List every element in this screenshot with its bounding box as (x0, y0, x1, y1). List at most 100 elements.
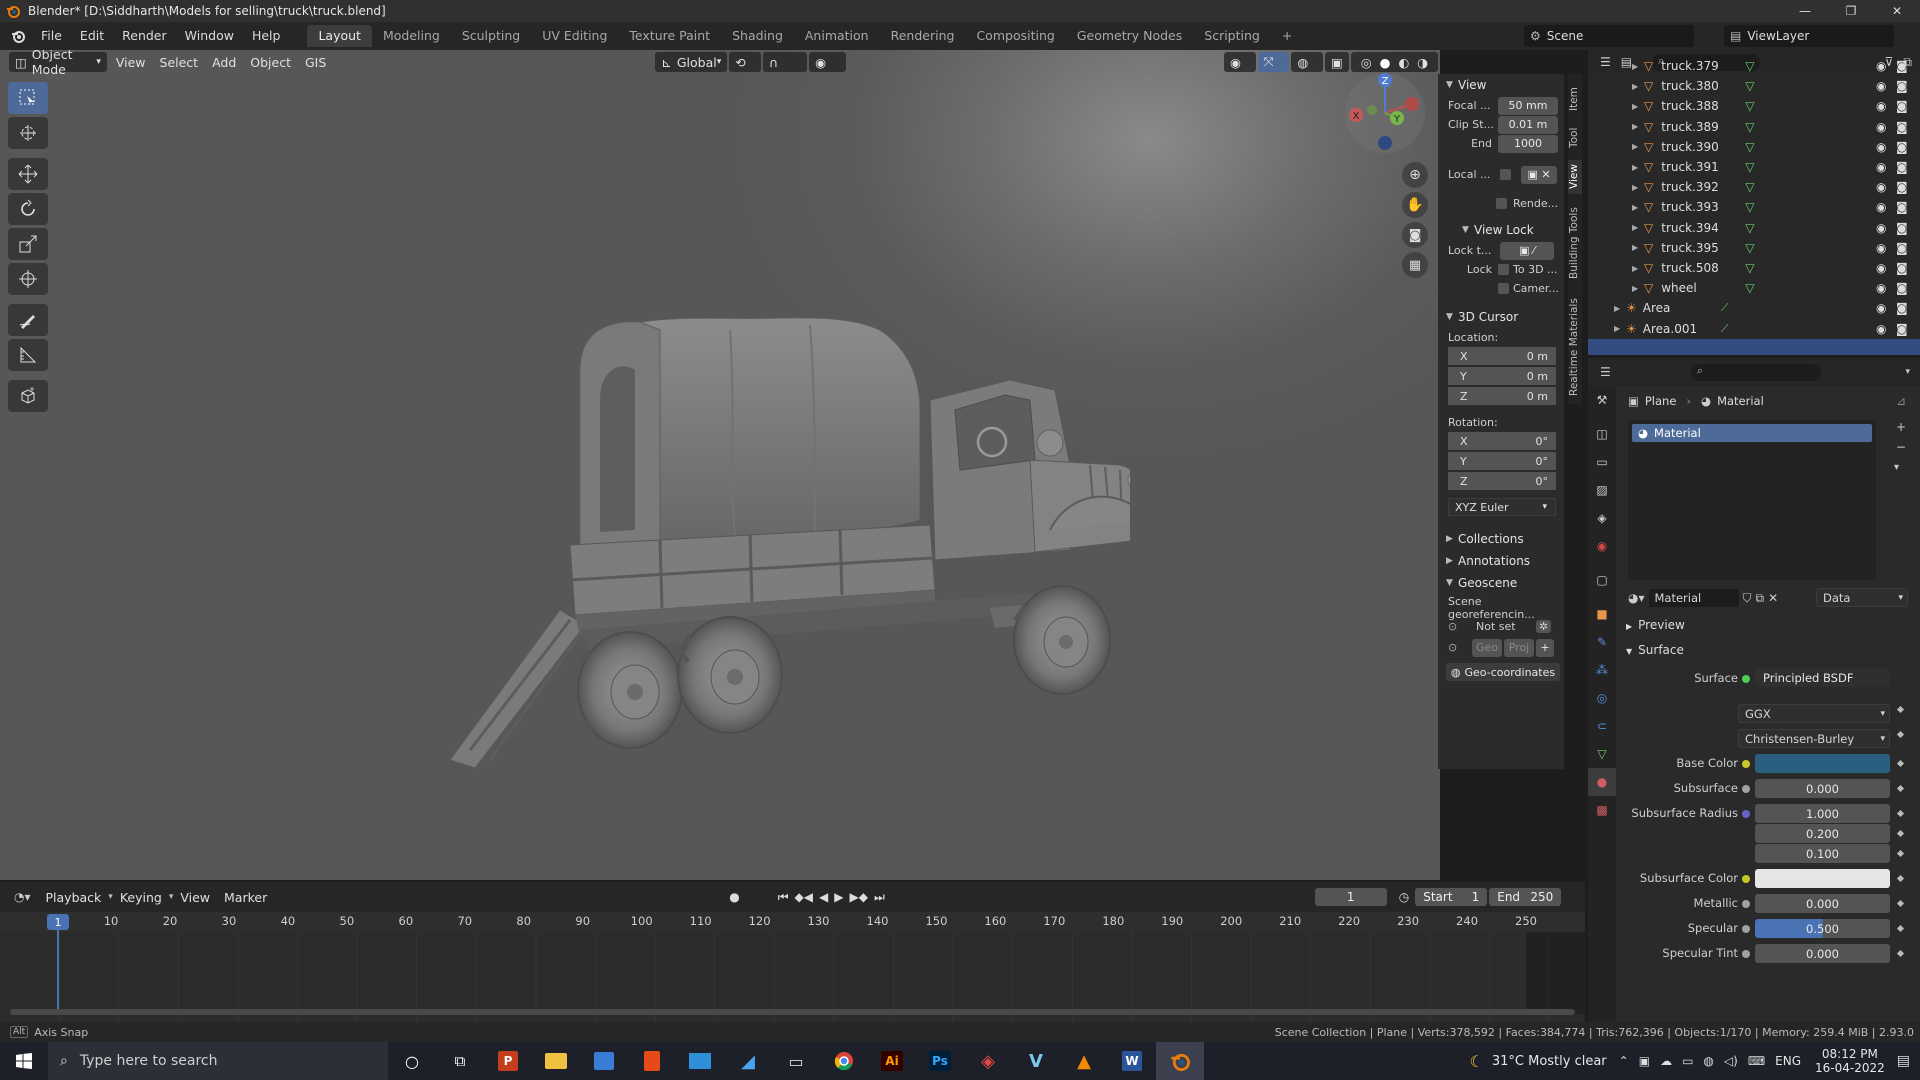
solid-shading-icon[interactable]: ● (1380, 55, 1391, 70)
volume-icon[interactable]: ◁) (1724, 1054, 1738, 1068)
timeline-scrollbar[interactable] (10, 1009, 1575, 1015)
outliner-row[interactable]: ▶ ▽ truck.508 ▽ ◉ ◙ (1588, 258, 1920, 278)
material-datablock[interactable]: ◕▾ Material ⛉ ⧉ ✕ (1628, 588, 1828, 608)
sidebar-tab-view[interactable]: View (1568, 160, 1582, 194)
cursor-location-z[interactable]: Z0 m (1448, 387, 1556, 405)
material-slot-item[interactable]: ◕ Material (1632, 424, 1872, 442)
camera-icon[interactable]: ◙ (1896, 160, 1908, 174)
keyframe-icon[interactable] (1896, 924, 1905, 933)
bsdf-value-field[interactable]: 0.500 (1755, 919, 1890, 938)
expand-arrow-icon[interactable]: ▶ (1632, 284, 1644, 293)
cursor-rotation-y[interactable]: Y 0° (1448, 452, 1556, 470)
timeline-menu-view[interactable]: View (173, 890, 217, 905)
chevron-up-icon[interactable]: ⌃ (1619, 1054, 1629, 1068)
tab-rendering[interactable]: Rendering (880, 25, 966, 47)
eye-icon[interactable]: ◉ (1876, 200, 1886, 214)
outliner-row[interactable]: ▶ ▽ truck.390 ▽ ◉ ◙ (1588, 137, 1920, 157)
outliner-row[interactable]: ▶ ▽ truck.391 ▽ ◉ ◙ (1588, 157, 1920, 177)
eye-icon[interactable]: ◉ (1876, 261, 1886, 275)
pan-button[interactable]: ✋ (1402, 192, 1428, 218)
tab-animation[interactable]: Animation (794, 25, 880, 47)
blender-taskbar-icon[interactable] (1156, 1042, 1204, 1080)
rotate-tool[interactable] (8, 193, 48, 225)
eye-icon[interactable]: ◉ (1876, 99, 1886, 113)
shading-mode-group[interactable]: ◎ ● ◐ ◑ (1350, 52, 1439, 72)
pivot-point-button[interactable]: ⟲ (729, 52, 761, 72)
socket-icon[interactable] (1742, 925, 1750, 933)
camera-view-button[interactable]: ◙ (1402, 222, 1428, 248)
clock[interactable]: 08:12 PM 16-04-2022 (1815, 1047, 1885, 1075)
camera-icon[interactable]: ◙ (1896, 322, 1908, 336)
expand-arrow-icon[interactable]: ▶ (1614, 324, 1626, 333)
expand-arrow-icon[interactable]: ▶ (1632, 82, 1644, 91)
select-box-tool[interactable] (8, 82, 48, 114)
navigation-gizmo[interactable]: X Z Y (1342, 70, 1428, 156)
minimize-button[interactable]: — (1782, 0, 1828, 22)
playhead-frame-indicator[interactable]: 1 (47, 914, 69, 930)
slot-specials-button[interactable]: ▾ (1894, 462, 1899, 473)
add-workspace-button[interactable]: + (1271, 25, 1303, 47)
viewport-menu-object[interactable]: Object (243, 55, 298, 70)
expand-arrow-icon[interactable]: ▶ (1632, 223, 1644, 232)
xray-button[interactable]: ▣ (1325, 52, 1349, 72)
tab-material-properties[interactable]: ● (1588, 768, 1616, 796)
add-geo-button[interactable]: + (1536, 638, 1554, 657)
tab-texture-paint[interactable]: Texture Paint (618, 25, 721, 47)
camera-icon[interactable]: ◙ (1896, 140, 1908, 154)
eye-icon[interactable]: ◉ (1876, 281, 1886, 295)
maximize-button[interactable]: ❐ (1828, 0, 1874, 22)
proj-button[interactable]: Proj (1504, 638, 1534, 657)
camera-icon[interactable]: ◙ (1896, 59, 1908, 73)
tab-modeling[interactable]: Modeling (372, 25, 451, 47)
socket-icon[interactable] (1742, 785, 1750, 793)
duplicate-icon[interactable]: ⧉ (1756, 591, 1765, 606)
local-camera-checkbox[interactable] (1500, 169, 1511, 180)
auto-keying-button[interactable]: ● (729, 890, 739, 904)
scene-selector[interactable]: ⚙ Scene (1524, 25, 1694, 47)
outliner-row[interactable]: ▶ ▽ truck.395 ▽ ◉ ◙ (1588, 238, 1920, 258)
fake-user-icon[interactable]: ⛉ (1743, 591, 1752, 606)
sidebar-tab-building-tools[interactable]: Building Tools (1568, 202, 1582, 284)
keyframe-icon[interactable] (1896, 949, 1905, 958)
keyframe-icon[interactable] (1896, 759, 1905, 768)
link-mode-dropdown[interactable]: Data ▾ (1816, 588, 1908, 607)
camera-icon[interactable]: ◙ (1896, 261, 1908, 275)
menu-edit[interactable]: Edit (71, 22, 113, 50)
geo-coordinates-button[interactable]: ◍ Geo-coordinates (1446, 663, 1560, 681)
lock-camera-checkbox[interactable] (1498, 283, 1509, 294)
remote-desktop-icon[interactable]: ▭ (772, 1042, 820, 1080)
camera-icon[interactable]: ◙ (1896, 200, 1908, 214)
tab-object-properties[interactable]: ■ (1588, 600, 1616, 628)
eye-icon[interactable]: ◉ (1876, 301, 1886, 315)
local-camera-field[interactable]: ▣ ✕ (1521, 165, 1557, 184)
outliner-row[interactable]: ▶ ▽ truck.392 ▽ ◉ ◙ (1588, 177, 1920, 197)
geo-button[interactable]: Geo (1472, 638, 1502, 657)
clip-end-field[interactable]: 1000 (1498, 134, 1558, 153)
sidebar-tab-item[interactable]: Item (1568, 84, 1582, 114)
gear-icon[interactable]: ✲ (1536, 620, 1552, 633)
timeline-menu-playback[interactable]: Playback (39, 890, 109, 905)
outliner-row[interactable]: ▶ ▽ wheel ▽ ◉ ◙ (1588, 278, 1920, 298)
eye-icon[interactable]: ◉ (1876, 180, 1886, 194)
timeline-ruler[interactable]: 10 20 30 40 50 60 70 80 90 100 110 120 130 140 150 160 1… (0, 912, 1585, 932)
pin-icon[interactable]: ⊿ (1896, 394, 1906, 408)
measure-tool[interactable] (8, 339, 48, 371)
editor-type-icon[interactable]: ◔▾ (14, 890, 31, 904)
tab-geometry-nodes[interactable]: Geometry Nodes (1066, 25, 1193, 47)
truck-model[interactable] (430, 290, 1130, 770)
cursor-location-y[interactable]: Y0 m (1448, 367, 1556, 385)
zoom-button[interactable]: ⊕ (1402, 162, 1428, 188)
view-lock-header[interactable]: ▼ View Lock (1438, 219, 1564, 241)
material-browse-icon[interactable]: ◕▾ (1628, 591, 1645, 605)
word-icon[interactable]: W (1108, 1042, 1156, 1080)
tab-scene-properties[interactable]: ◈ (1588, 504, 1616, 532)
eye-icon[interactable]: ◉ (1876, 59, 1886, 73)
end-frame-field[interactable]: End 250 (1489, 888, 1562, 906)
expand-arrow-icon[interactable]: ▶ (1632, 183, 1644, 192)
globe-icon[interactable]: ◍ (1703, 1054, 1713, 1068)
expand-arrow-icon[interactable]: ▶ (1632, 163, 1644, 172)
cursor-tool[interactable] (8, 117, 48, 149)
clip-start-field[interactable]: 0.01 m (1498, 115, 1558, 134)
socket-icon[interactable] (1742, 760, 1750, 768)
camera-icon[interactable]: ◙ (1896, 79, 1908, 93)
